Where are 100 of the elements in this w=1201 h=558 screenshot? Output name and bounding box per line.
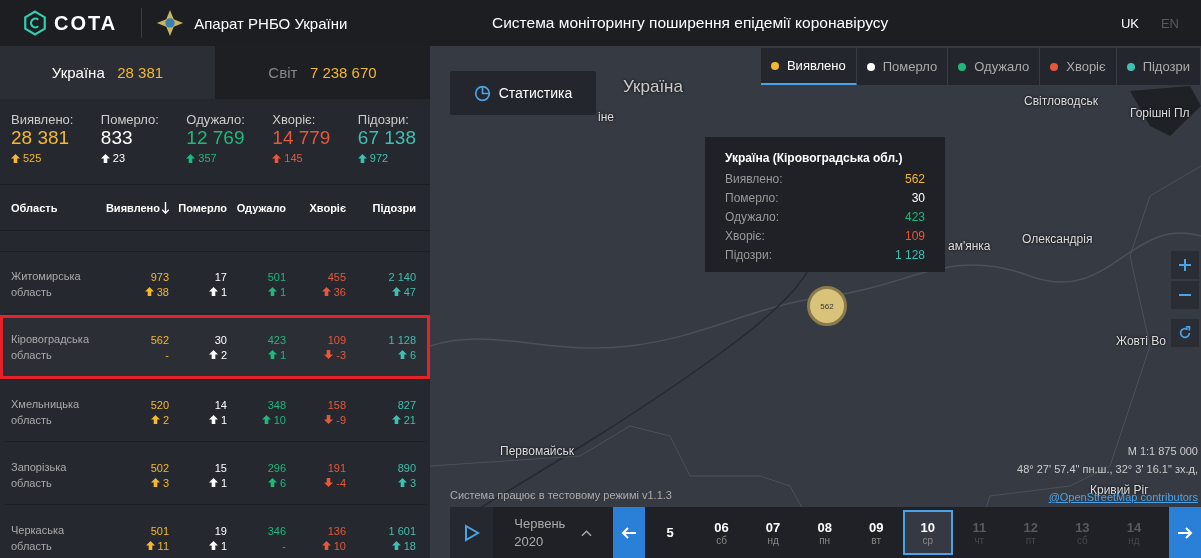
table-cell: 348 xyxy=(267,398,286,411)
arrow-up-icon xyxy=(11,153,20,163)
refresh-button[interactable] xyxy=(1171,319,1199,347)
stat-delta: 972 xyxy=(369,152,389,164)
cota-logo-icon xyxy=(22,10,48,36)
column-header[interactable]: Підозри xyxy=(346,201,416,214)
day-button[interactable]: 08 пн xyxy=(799,510,850,555)
column-header[interactable]: Виявлено xyxy=(89,201,169,214)
day-button[interactable]: 07 нд xyxy=(748,510,799,555)
delta-value: 2 xyxy=(162,413,169,426)
table-cell: 1 601 xyxy=(388,524,416,537)
arrow-up-icon xyxy=(391,287,401,296)
play-button[interactable] xyxy=(450,507,493,558)
delta-value: 3 xyxy=(409,476,416,489)
column-header[interactable]: Хворіє xyxy=(286,201,346,214)
pie-chart-icon xyxy=(473,84,491,102)
arrow-up-icon xyxy=(186,153,196,163)
table-cell: 502 xyxy=(150,461,169,474)
table-cell: 2 140 xyxy=(388,270,416,283)
region-name: Запорізька область xyxy=(11,460,68,491)
arrow-up-icon xyxy=(391,415,401,424)
next-day-button[interactable] xyxy=(1169,507,1201,558)
arrow-up-icon xyxy=(144,287,154,296)
delta-value: 10 xyxy=(333,539,346,552)
status-text: Система працює в тестовому режимі v1.1.3 xyxy=(450,489,672,501)
legend-tab[interactable]: Померло xyxy=(856,48,949,85)
tooltip-label: Одужало: xyxy=(725,210,780,224)
region-row[interactable]: Житомирська область 973 38 17 1 501 1 455 36 2 140 47 xyxy=(3,252,427,314)
column-header[interactable]: Померло xyxy=(169,201,227,214)
arrow-up-icon xyxy=(100,153,110,163)
tooltip-label: Виявлено: xyxy=(725,172,783,186)
month-picker[interactable]: Червень 2020 xyxy=(493,507,613,558)
scope-tab[interactable]: Світ 7 238 670 xyxy=(215,46,430,99)
delta-value: -9 xyxy=(336,413,346,426)
table-cell: 827 xyxy=(397,398,416,411)
arrow-up-icon xyxy=(208,415,218,424)
delta-value: - xyxy=(165,348,169,361)
stat-value: 67 138 xyxy=(357,127,416,149)
column-header[interactable]: Область xyxy=(11,201,89,214)
table-cell: 30 xyxy=(214,333,227,346)
tooltip-label: Померло: xyxy=(725,191,779,205)
table-cell: 501 xyxy=(267,270,286,283)
place-label: іне xyxy=(598,110,614,124)
tooltip-value: 1 128 xyxy=(894,248,925,262)
table-cell: 346 xyxy=(267,524,286,537)
place-label: Світловодськ xyxy=(1024,94,1098,108)
legend-tab[interactable]: Хворіє xyxy=(1040,48,1117,85)
legend-tab[interactable]: Підозри xyxy=(1116,48,1201,85)
zoom-in-button[interactable] xyxy=(1171,251,1199,279)
table-cell: 15 xyxy=(214,461,227,474)
place-label: Україна xyxy=(623,77,683,97)
place-label: Жовті Во xyxy=(1116,334,1166,348)
delta-value: -4 xyxy=(336,476,346,489)
zoom-out-button[interactable] xyxy=(1171,281,1199,309)
tooltip-value: 562 xyxy=(904,172,925,186)
delta-value: 1 xyxy=(279,348,286,361)
delta-value: 1 xyxy=(220,539,227,552)
day-button[interactable]: 09 вт xyxy=(851,510,902,555)
day-button[interactable]: 5 xyxy=(645,510,695,555)
delta-value: 47 xyxy=(403,285,416,298)
stat-delta: 357 xyxy=(198,152,217,164)
arrow-up-icon xyxy=(150,415,160,424)
arrow-up-icon xyxy=(261,415,271,424)
stat-delta: 525 xyxy=(23,152,42,164)
stat-label: Виявлено: xyxy=(11,112,74,127)
delta-value: 1 xyxy=(220,285,227,298)
legend-tab[interactable]: Виявлено xyxy=(760,48,857,85)
emblem-icon xyxy=(156,9,185,37)
place-label: Первомайськ xyxy=(500,444,574,458)
legend-tab[interactable]: Одужало xyxy=(948,48,1041,85)
stat-label: Одужало: xyxy=(186,112,245,127)
delta-value: -3 xyxy=(336,348,346,361)
arrow-up-icon xyxy=(267,478,277,487)
scope-tab[interactable]: Україна 28 381 xyxy=(0,46,215,99)
tooltip-value: 109 xyxy=(904,229,925,243)
app-title: Система моніторингу поширення епідемії коронавірусу xyxy=(492,14,890,32)
region-row[interactable]: Кіровоградська область 562 - 30 2 423 1 109 -3 1 128 6 xyxy=(0,315,430,379)
statistics-button[interactable]: Статистика xyxy=(450,71,596,115)
region-row[interactable]: Запорізька область 502 3 15 1 296 6 191 -4 890 3 xyxy=(3,443,427,505)
region-name: Черкаська область xyxy=(11,523,66,554)
region-row[interactable]: Черкаська область 501 11 19 1 346 - 136 10 1 601 18 xyxy=(3,506,427,558)
plus-icon xyxy=(1178,258,1192,272)
region-name: Хмельницька область xyxy=(11,397,81,428)
place-label: Олександрія xyxy=(1022,232,1093,246)
arrow-up-icon xyxy=(267,287,277,296)
delta-value: 11 xyxy=(157,539,169,552)
region-row[interactable]: Хмельницька область 520 2 14 1 348 10 158 -9 827 21 xyxy=(3,380,427,442)
column-header[interactable]: Одужало xyxy=(227,201,286,214)
table-cell: 17 xyxy=(214,270,227,283)
arrow-up-icon xyxy=(357,153,367,163)
arrow-up-icon xyxy=(397,350,407,359)
previous-day-button[interactable] xyxy=(613,507,645,558)
day-button[interactable]: 10 ср xyxy=(902,510,953,555)
logo-text: COTA xyxy=(54,11,118,35)
arrow-right-icon xyxy=(1177,524,1193,541)
language-button[interactable]: UK xyxy=(1114,15,1145,31)
table-cell: 109 xyxy=(327,333,346,346)
table-cell: 520 xyxy=(150,398,169,411)
day-button[interactable]: 06 сб xyxy=(696,510,747,555)
region-name: Кіровоградська область xyxy=(11,332,89,363)
